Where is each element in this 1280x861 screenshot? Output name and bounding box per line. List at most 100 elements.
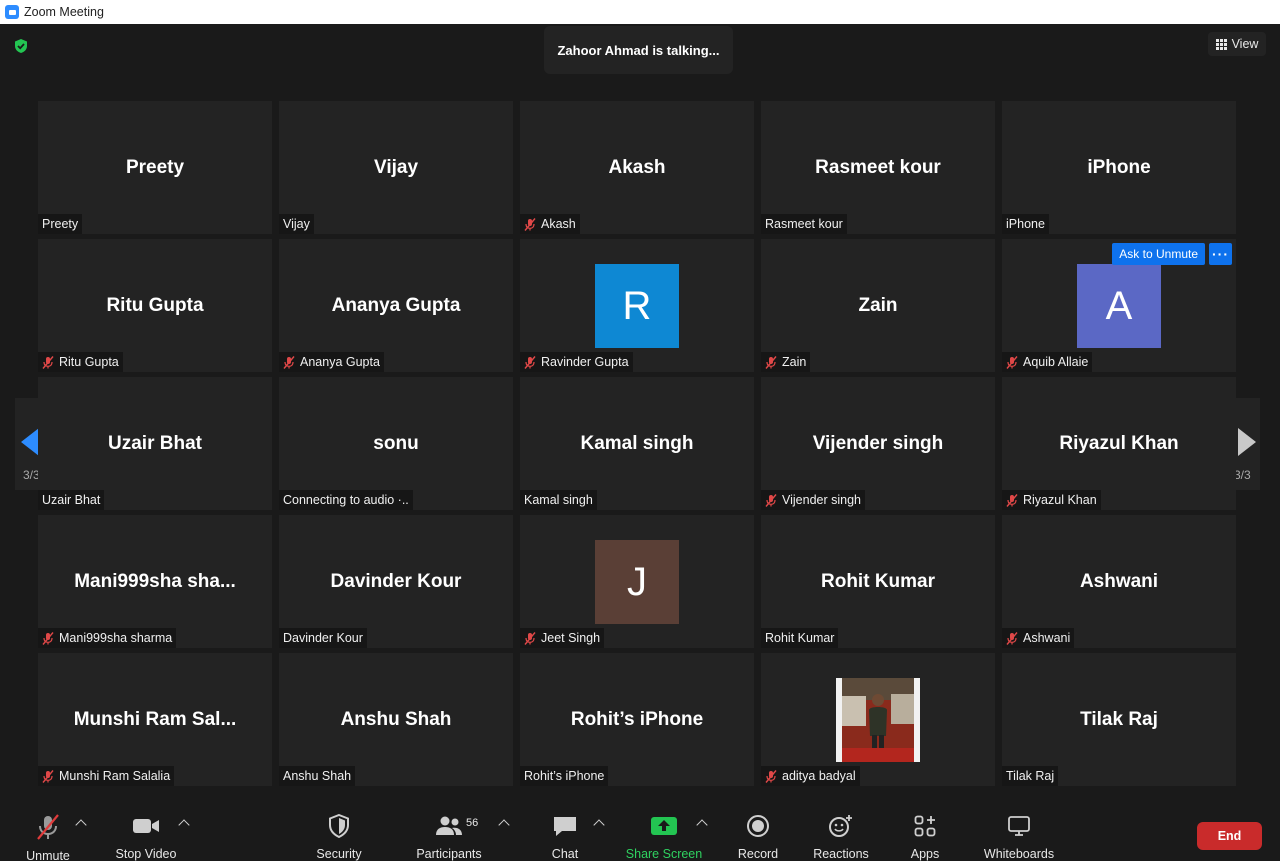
participant-tile[interactable]: Zain Zain	[761, 239, 995, 372]
mic-muted-icon	[524, 631, 536, 645]
participant-name-label: iPhone	[1006, 217, 1045, 231]
participant-display-name: Munshi Ram Sal...	[73, 708, 237, 730]
participant-tile[interactable]: Rohit’s iPhone Rohit’s iPhone	[520, 653, 754, 786]
participant-display-name: iPhone	[1087, 156, 1151, 178]
view-button-label: View	[1231, 37, 1259, 51]
participant-name-label: Connecting to audio ·..	[283, 493, 409, 507]
view-button[interactable]: View	[1208, 32, 1266, 56]
apps-label: Apps	[910, 847, 940, 861]
participant-tile[interactable]: Rasmeet kour Rasmeet kour	[761, 101, 995, 234]
participant-display-name: Uzair Bhat	[108, 432, 202, 454]
participant-tile[interactable]: A Ask to Unmute ··· Aquib Allaie	[1002, 239, 1236, 372]
participant-name-tag: Ravinder Gupta	[520, 352, 633, 372]
profile-photo-image	[836, 678, 920, 762]
participant-display-name: Rohit Kumar	[821, 570, 935, 592]
participants-button[interactable]: Participants	[414, 803, 484, 861]
record-button[interactable]: Record	[735, 803, 781, 861]
participant-name-tag: Rohit’s iPhone	[520, 766, 609, 786]
participant-display-name: Kamal singh	[580, 432, 694, 454]
participants-options-caret-icon[interactable]	[498, 819, 510, 831]
participant-display-name: Davinder Kour	[330, 570, 462, 592]
participants-count: 56	[466, 817, 479, 829]
participant-name-label: Ravinder Gupta	[541, 355, 629, 369]
participant-display-name: Rohit’s iPhone	[570, 708, 704, 730]
participant-tile[interactable]: Mani999sha sha... Mani999sha sharma	[38, 515, 272, 648]
participant-tile[interactable]: Munshi Ram Sal... Munshi Ram Salalia	[38, 653, 272, 786]
title-bar: Zoom Meeting	[0, 0, 1280, 24]
participant-tile[interactable]: Anshu Shah Anshu Shah	[279, 653, 513, 786]
participant-tile[interactable]: sonu Connecting to audio ·..	[279, 377, 513, 510]
encryption-shield-icon[interactable]	[13, 38, 29, 54]
security-label: Security	[316, 847, 362, 861]
participant-tile[interactable]: Kamal singh Kamal singh	[520, 377, 754, 510]
more-options-button[interactable]: ···	[1209, 243, 1232, 265]
ask-to-unmute-button[interactable]: Ask to Unmute	[1112, 243, 1205, 265]
participant-display-name: Mani999sha sha...	[74, 570, 236, 592]
participant-name-label: Ananya Gupta	[300, 355, 380, 369]
participant-tile[interactable]: Ananya Gupta Ananya Gupta	[279, 239, 513, 372]
participant-tile[interactable]: Vijay Vijay	[279, 101, 513, 234]
participant-tile[interactable]: Rohit Kumar Rohit Kumar	[761, 515, 995, 648]
stop-video-button[interactable]: Stop Video	[112, 803, 180, 861]
participant-tile[interactable]: Ashwani Ashwani	[1002, 515, 1236, 648]
whiteboards-button[interactable]: Whiteboards	[980, 803, 1058, 861]
page-indicator-right: 3/3	[1234, 468, 1251, 482]
window-title: Zoom Meeting	[24, 5, 104, 19]
microphone-muted-icon	[37, 814, 59, 840]
share-screen-button[interactable]: Share Screen	[624, 803, 704, 861]
chat-options-caret-icon[interactable]	[593, 819, 605, 831]
participant-name-tag: Connecting to audio ·..	[279, 490, 413, 510]
participant-name-tag: Mani999sha sharma	[38, 628, 177, 648]
participant-name-tag: Akash	[520, 214, 580, 234]
participant-display-name: Riyazul Khan	[1059, 432, 1179, 454]
security-button[interactable]: Security	[312, 803, 366, 861]
participant-tile[interactable]: Riyazul Khan Riyazul Khan	[1002, 377, 1236, 510]
participant-tile[interactable]: Akash Akash	[520, 101, 754, 234]
participant-name-label: Zain	[782, 355, 807, 369]
participant-name-tag: Tilak Raj	[1002, 766, 1059, 786]
audio-options-caret-icon[interactable]	[75, 819, 87, 831]
gallery-grid-icon	[1215, 38, 1227, 50]
zoom-logo-icon	[5, 5, 19, 19]
unmute-label: Unmute	[26, 849, 70, 861]
participant-name-label: Uzair Bhat	[42, 493, 101, 507]
participant-name-label: Vijay	[283, 217, 310, 231]
stop-video-label: Stop Video	[115, 847, 177, 861]
participant-tile[interactable]: Tilak Raj Tilak Raj	[1002, 653, 1236, 786]
chat-label: Chat	[551, 847, 579, 861]
participant-display-name: Rasmeet kour	[815, 156, 941, 178]
participant-name-tag: Davinder Kour	[279, 628, 367, 648]
arrow-right-icon	[1238, 428, 1256, 456]
unmute-button[interactable]: Unmute	[20, 803, 76, 861]
participant-display-name: Preety	[125, 156, 185, 178]
participant-name-label: Ritu Gupta	[59, 355, 119, 369]
video-options-caret-icon[interactable]	[178, 819, 190, 831]
participant-tile[interactable]: Vijender singh Vijender singh	[761, 377, 995, 510]
participant-name-label: Preety	[42, 217, 79, 231]
participant-name-label: Jeet Singh	[541, 631, 601, 645]
participant-tile[interactable]: Uzair Bhat Uzair Bhat	[38, 377, 272, 510]
share-screen-arrow-icon	[651, 817, 677, 835]
chat-button[interactable]: Chat	[545, 803, 585, 861]
participant-avatar: J	[595, 540, 679, 624]
participant-tile[interactable]: Davinder Kour Davinder Kour	[279, 515, 513, 648]
end-meeting-button[interactable]: End	[1197, 822, 1262, 850]
participant-tile[interactable]: Ritu Gupta Ritu Gupta	[38, 239, 272, 372]
participant-name-tag: Zain	[761, 352, 811, 372]
participant-display-name: Ananya Gupta	[331, 294, 461, 316]
participants-label: Participants	[416, 847, 482, 861]
shield-icon	[329, 814, 349, 838]
participant-tile[interactable]: aditya badyal	[761, 653, 995, 786]
mic-muted-icon	[1006, 355, 1018, 369]
participant-tile[interactable]: iPhone iPhone	[1002, 101, 1236, 234]
participant-name-tag: Ananya Gupta	[279, 352, 384, 372]
participant-name-label: Mani999sha sharma	[59, 631, 173, 645]
apps-button[interactable]: Apps	[905, 803, 945, 861]
apps-icon	[914, 815, 936, 837]
participant-tile[interactable]: Preety Preety	[38, 101, 272, 234]
mic-muted-icon	[524, 355, 536, 369]
participant-tile[interactable]: R Ravinder Gupta	[520, 239, 754, 372]
reactions-button[interactable]: Reactions	[810, 803, 872, 861]
participant-name-tag: aditya badyal	[761, 766, 860, 786]
participant-tile[interactable]: J Jeet Singh	[520, 515, 754, 648]
